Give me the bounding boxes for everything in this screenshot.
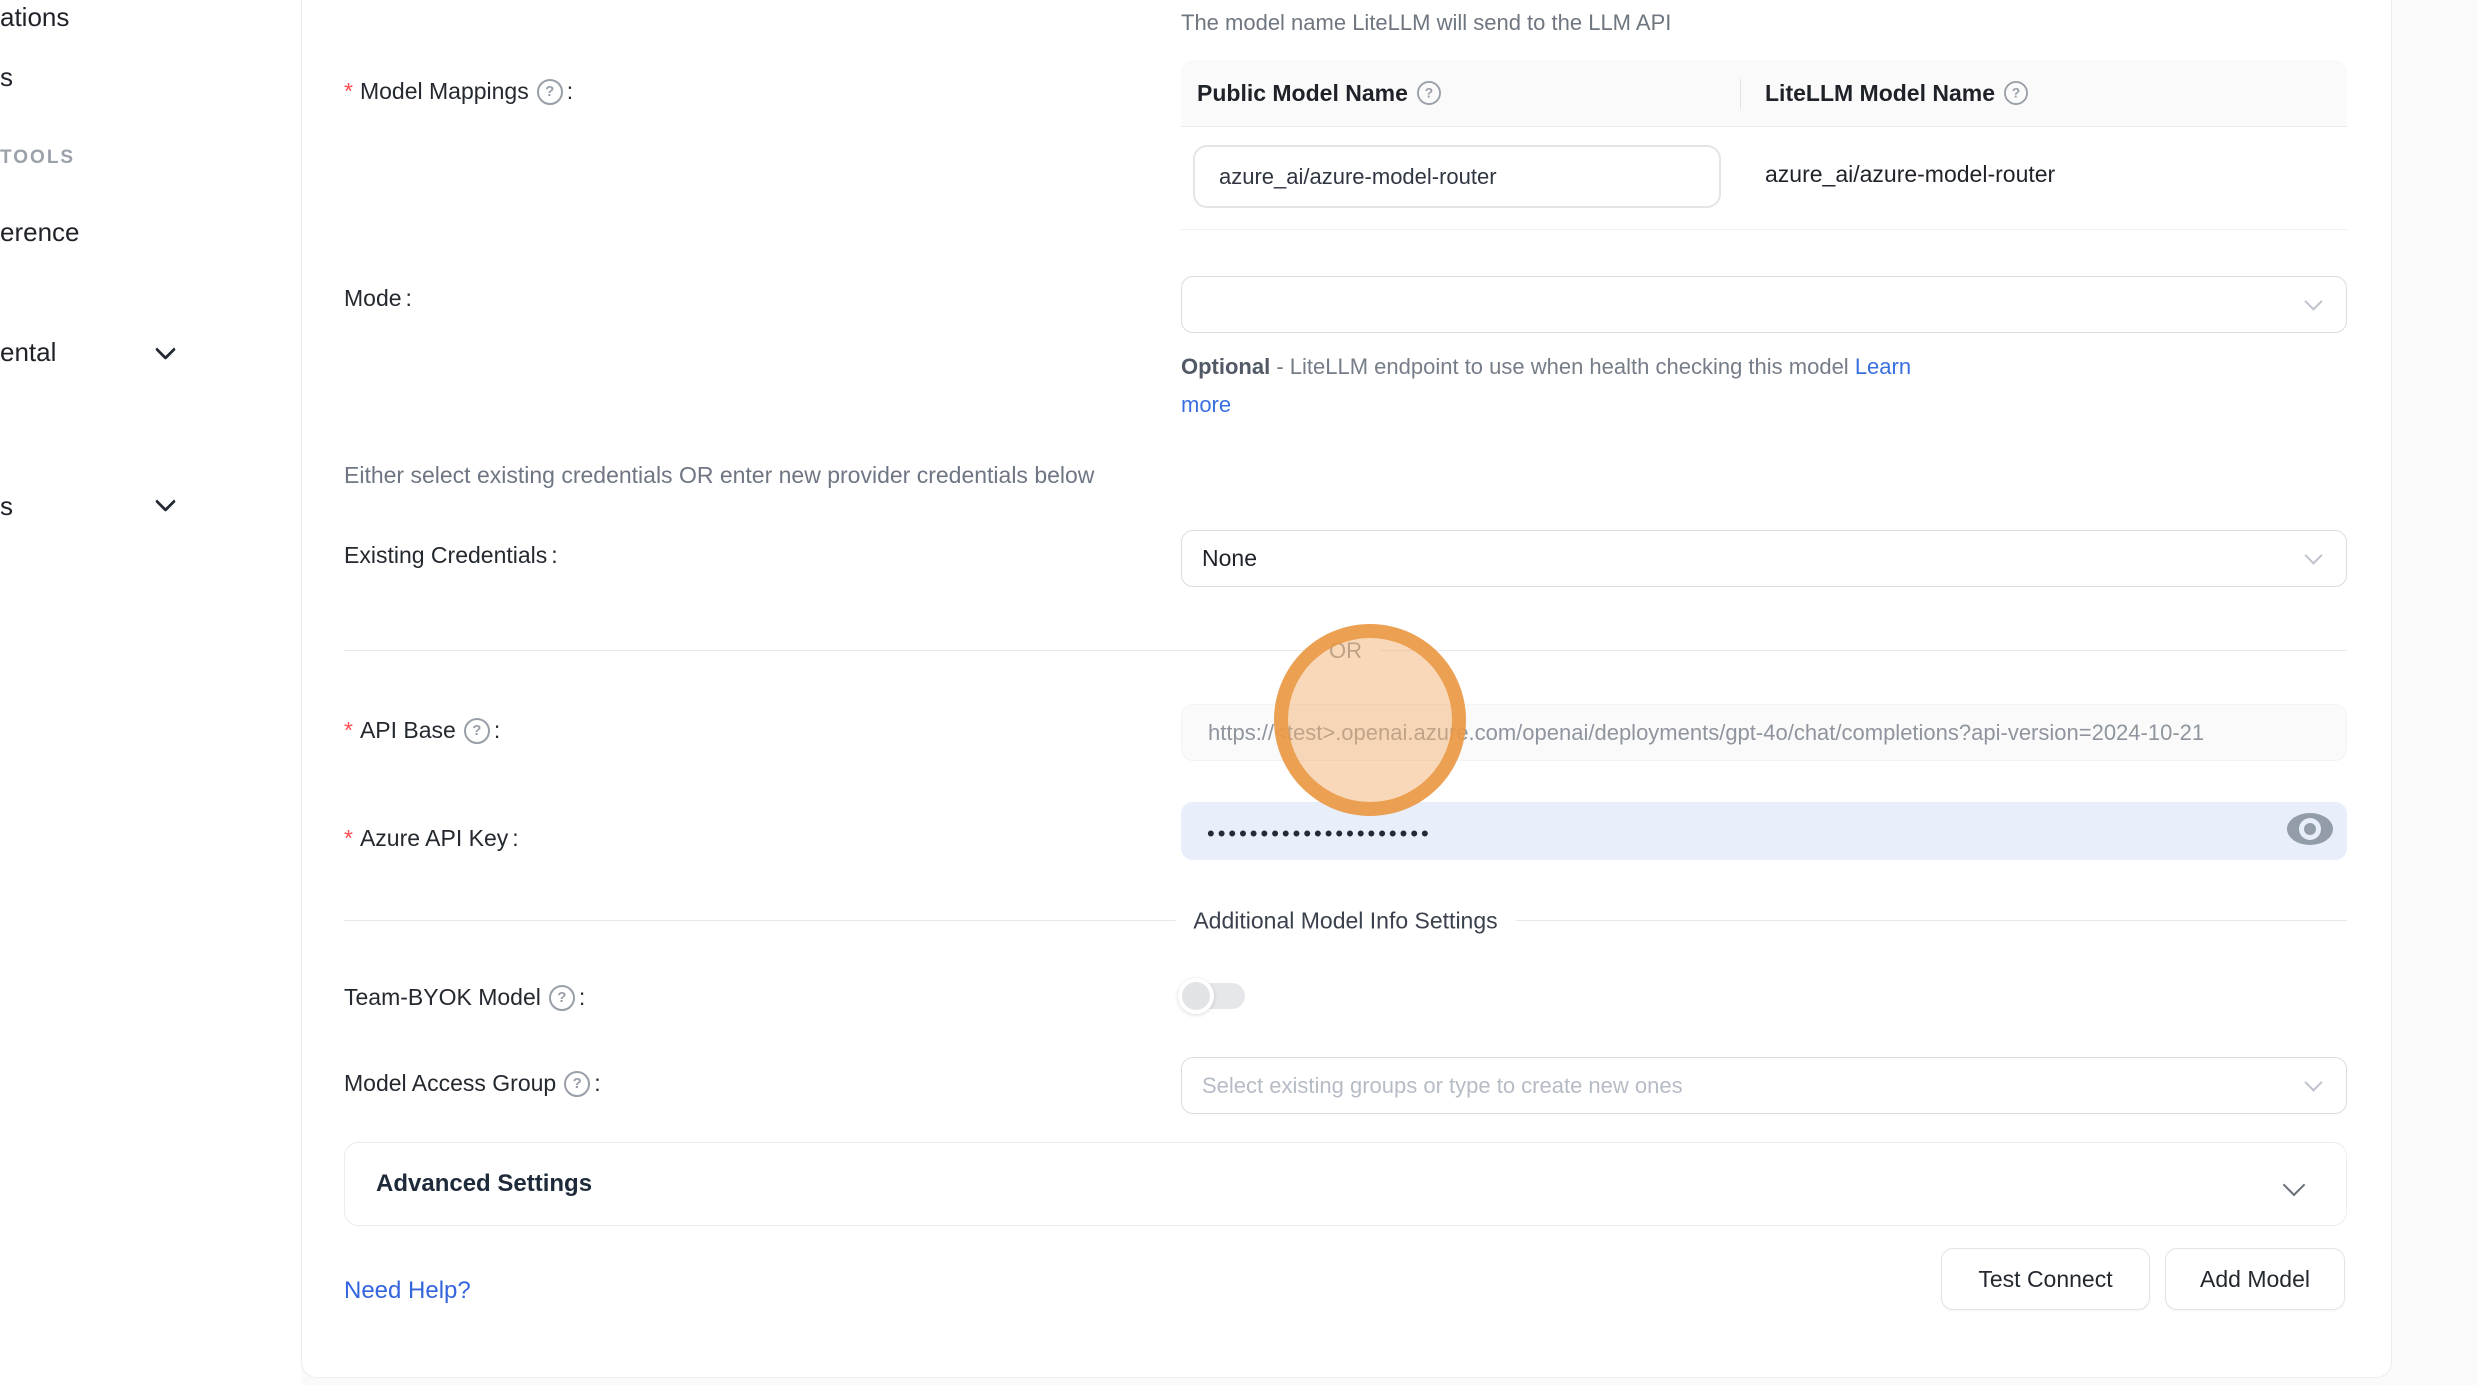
hint-line-1: Optional - LiteLLM endpoint to use when … (1181, 348, 1911, 386)
help-question-icon[interactable] (464, 718, 490, 744)
azure-api-key-label: * Azure API Key (344, 825, 519, 852)
chevron-down-icon[interactable] (155, 339, 176, 360)
help-question-icon[interactable] (537, 79, 563, 105)
model-mappings-label: * Model Mappings (344, 78, 573, 105)
team-byok-label: Team-BYOK Model (344, 984, 585, 1011)
litellm-model-name-value: azure_ai/azure-model-router (1765, 161, 2055, 188)
api-base-input[interactable] (1181, 704, 2347, 761)
label-colon (575, 984, 585, 1011)
label-colon (508, 825, 518, 852)
toggle-knob (1178, 978, 1214, 1014)
chevron-down-icon (2283, 1174, 2306, 1197)
existing-credentials-label: Existing Credentials (344, 542, 558, 569)
sidebar-item-ental[interactable]: ental (0, 337, 56, 368)
hint-text: - LiteLLM endpoint to use when health ch… (1270, 354, 1855, 379)
mode-optional-hint: Optional - LiteLLM endpoint to use when … (1181, 348, 1911, 424)
add-model-button[interactable]: Add Model (2165, 1248, 2345, 1310)
help-question-icon[interactable] (564, 1071, 590, 1097)
sidebar-item-label: ental (0, 337, 56, 367)
learn-more-link[interactable]: Learn (1855, 354, 1911, 379)
mode-select[interactable] (1181, 276, 2347, 333)
existing-credentials-value: None (1202, 545, 1257, 572)
label-colon (402, 285, 412, 312)
sidebar-item-s1[interactable]: s (0, 62, 13, 93)
mode-label: Mode (344, 285, 412, 312)
help-question-icon[interactable] (549, 985, 575, 1011)
label-colon (590, 1070, 600, 1097)
chevron-down-icon[interactable] (155, 491, 176, 512)
help-question-icon[interactable] (1417, 81, 1441, 105)
add-model-page: ations s TOOLS erence ental s The model … (0, 0, 2477, 1385)
hint-bold: Optional (1181, 354, 1270, 379)
header-text: LiteLLM Model Name (1765, 80, 1995, 107)
sidebar-section-label: TOOLS (0, 147, 75, 168)
credentials-hint: Either select existing credentials OR en… (344, 462, 1094, 489)
label-colon (547, 542, 557, 569)
need-help-link[interactable]: Need Help? (344, 1277, 471, 1305)
existing-credentials-select[interactable]: None (1181, 530, 2347, 587)
api-base-label: * API Base (344, 717, 500, 744)
sidebar-item-erence[interactable]: erence (0, 217, 80, 248)
sidebar-item-ations[interactable]: ations (0, 2, 69, 33)
or-divider: OR (344, 650, 2347, 651)
or-divider-text: OR (1311, 638, 1380, 664)
azure-api-key-input[interactable] (1181, 802, 2347, 860)
litellm-model-name-header: LiteLLM Model Name (1740, 80, 2029, 107)
test-connect-button[interactable]: Test Connect (1941, 1248, 2150, 1310)
table-header-row: Public Model Name LiteLLM Model Name (1181, 60, 2347, 127)
header-text: Public Model Name (1197, 80, 1408, 107)
label-colon (490, 717, 500, 744)
model-name-hint: The model name LiteLLM will send to the … (1181, 10, 1671, 36)
learn-more-link[interactable]: more (1181, 392, 1231, 417)
label-text: Azure API Key (360, 825, 508, 852)
model-access-group-select[interactable]: Select existing groups or type to create… (1181, 1057, 2347, 1114)
model-mappings-table: Public Model Name LiteLLM Model Name azu… (1181, 60, 2347, 230)
sidebar-item-s2[interactable]: s (0, 491, 13, 522)
sidebar-item-label: s (0, 491, 13, 521)
divider-text: Additional Model Info Settings (1175, 908, 1515, 935)
label-text: API Base (360, 717, 456, 744)
eye-icon[interactable] (2287, 813, 2333, 845)
public-model-name-input[interactable] (1193, 145, 1721, 208)
label-text: Existing Credentials (344, 542, 547, 569)
required-asterisk: * (344, 78, 353, 105)
required-asterisk: * (344, 717, 353, 744)
sidebar-item-label: ations (0, 2, 69, 32)
team-byok-toggle[interactable] (1181, 983, 1245, 1009)
chevron-down-icon (2304, 292, 2322, 310)
sidebar: ations s TOOLS erence ental s (0, 0, 301, 1385)
label-text: Mode (344, 285, 402, 312)
chevron-down-icon (2304, 546, 2322, 564)
label-text: Team-BYOK Model (344, 984, 541, 1011)
hint-line-2: more (1181, 386, 1911, 424)
help-question-icon[interactable] (2004, 81, 2028, 105)
header-divider (1740, 79, 1741, 109)
advanced-settings-panel[interactable]: Advanced Settings (344, 1142, 2347, 1226)
public-model-name-header: Public Model Name (1181, 80, 1740, 107)
label-text: Model Mappings (360, 78, 529, 105)
advanced-settings-title: Advanced Settings (376, 1170, 592, 1198)
label-colon (563, 78, 573, 105)
model-access-group-label: Model Access Group (344, 1070, 601, 1097)
model-access-group-placeholder: Select existing groups or type to create… (1202, 1073, 1683, 1099)
additional-settings-divider: Additional Model Info Settings (344, 920, 2347, 921)
table-row: azure_ai/azure-model-router (1181, 127, 2347, 230)
chevron-down-icon (2304, 1073, 2322, 1091)
sidebar-item-label: s (0, 62, 13, 92)
sidebar-item-label: erence (0, 217, 80, 247)
sidebar-section-tools: TOOLS (0, 147, 75, 169)
required-asterisk: * (344, 825, 353, 852)
label-text: Model Access Group (344, 1070, 556, 1097)
